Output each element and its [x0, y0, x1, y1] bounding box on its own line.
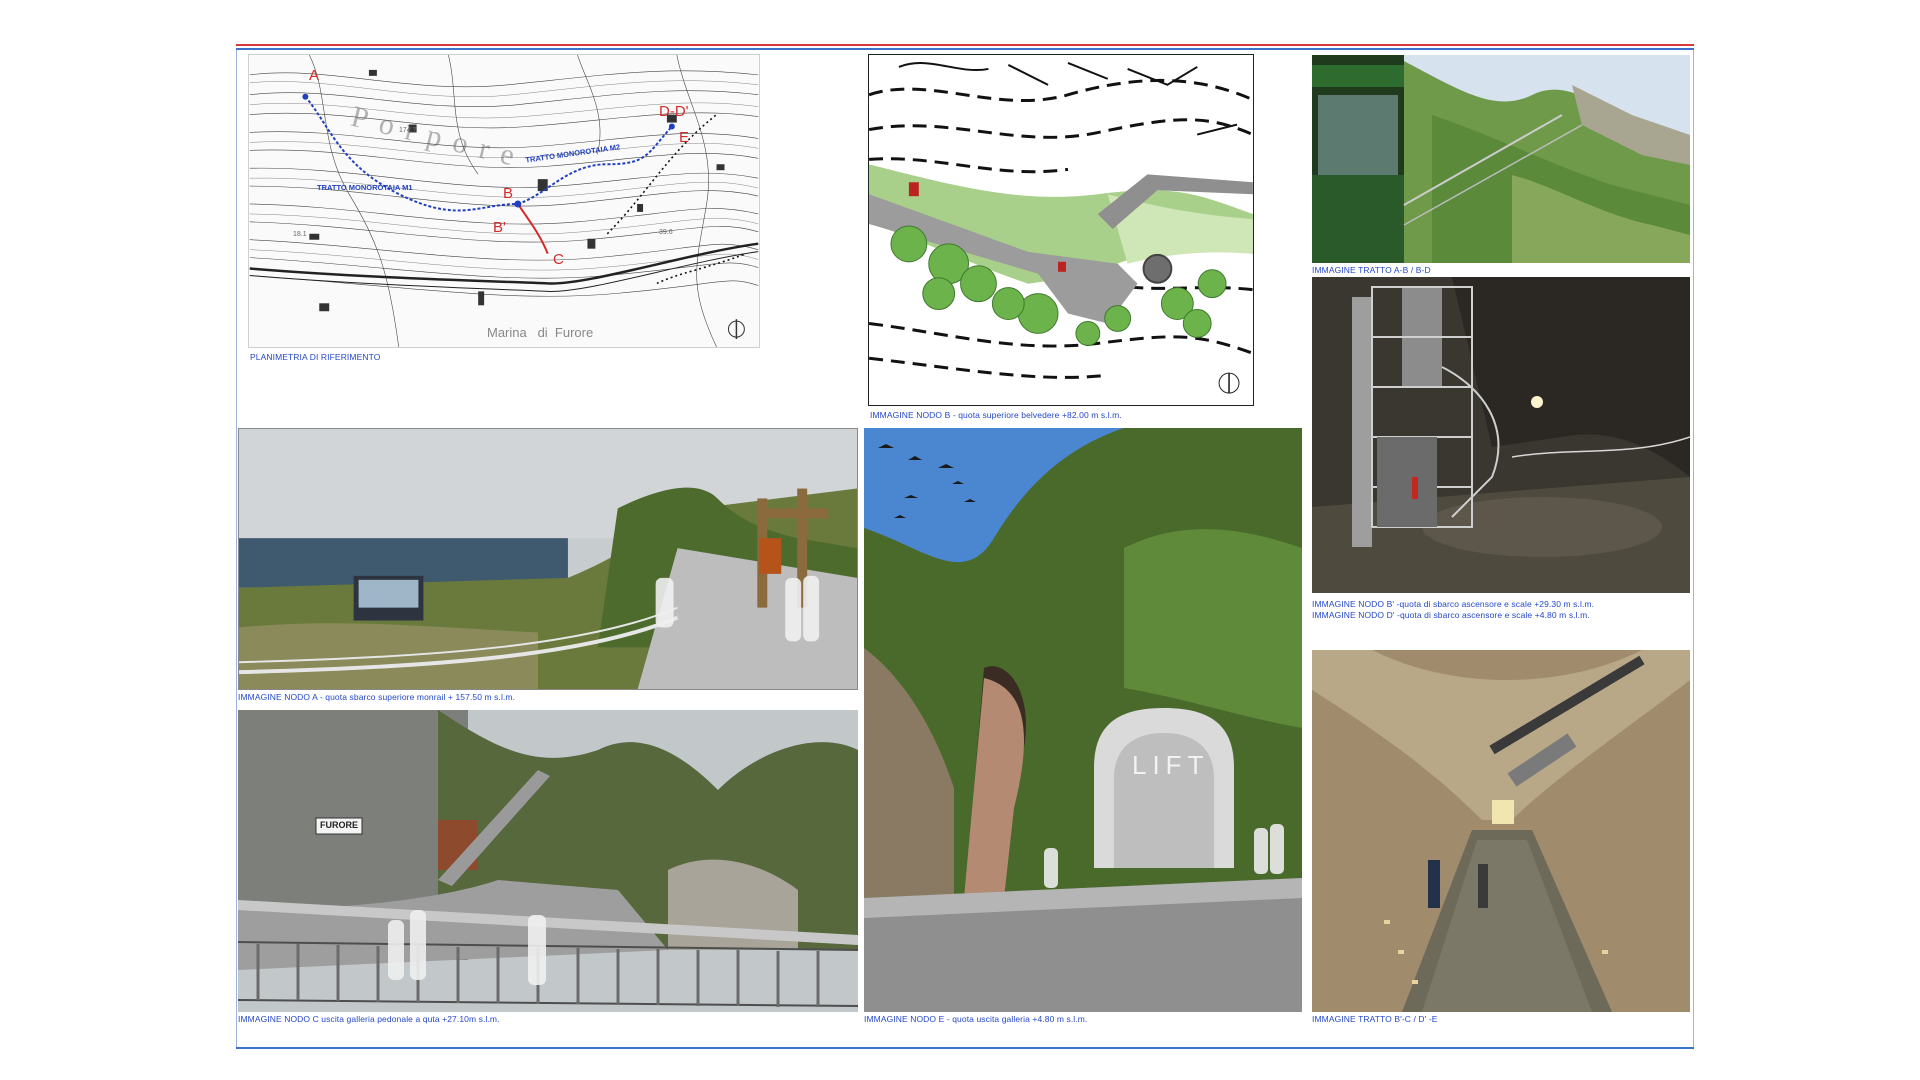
sheet-left-rule	[236, 50, 237, 1048]
nodo-b-prime-photo	[1312, 277, 1690, 593]
caption-nodo-b-prime: IMMAGINE NODO B' -quota di sbarco ascens…	[1312, 599, 1595, 609]
nodo-a-render	[238, 428, 858, 690]
map-point-c: C	[553, 251, 564, 268]
nodo-b-prime-image	[1312, 277, 1690, 593]
nodo-b-drawing	[869, 55, 1253, 405]
sheet-top-red-rule	[236, 44, 1694, 46]
map-point-e: E	[679, 129, 690, 146]
caption-planimetria: PLANIMETRIA DI RIFERIMENTO	[250, 352, 381, 362]
sheet-top-blue-rule	[236, 48, 1694, 50]
map-point-d: D-D'	[659, 103, 689, 120]
nodo-e-image	[864, 428, 1302, 1012]
caption-nodo-a: IMMAGINE NODO A - quota sbarco superiore…	[238, 692, 516, 702]
nodo-c-render: FURORE	[238, 710, 858, 1012]
map-elevation-3: 39.6	[659, 229, 673, 236]
furore-sign: FURORE	[320, 820, 358, 830]
sheet-right-rule	[1693, 50, 1694, 1048]
sheet-bottom-rule	[236, 1047, 1694, 1049]
tratto-ab-image	[1312, 55, 1690, 263]
reference-plan-map: A B B' C D-D' E TRATTO MONOROTAIA M1 TRA…	[248, 54, 760, 348]
caption-tratto-bc: IMMAGINE TRATTO B'-C / D' -E	[1312, 1014, 1438, 1024]
map-route-m1-label: TRATTO MONOROTAIA M1	[317, 183, 413, 192]
caption-nodo-d-prime: IMMAGINE NODO D' -quota di sbarco ascens…	[1312, 610, 1590, 620]
caption-nodo-c: IMMAGINE NODO C uscita galleria pedonale…	[238, 1014, 500, 1024]
nodo-b-render	[868, 54, 1254, 406]
map-point-a: A	[309, 67, 320, 84]
nodo-c-image	[238, 710, 858, 1012]
caption-tratto-ab: IMMAGINE TRATTO A-B / B-D	[1312, 265, 1431, 275]
tratto-ab-photo	[1312, 55, 1690, 263]
lift-sign: LIFT	[1132, 750, 1210, 780]
map-place-marina: Marina di Furore	[487, 325, 594, 340]
tratto-bc-image	[1312, 650, 1690, 1012]
tratto-bc-photo	[1312, 650, 1690, 1012]
caption-nodo-e: IMMAGINE NODO E - quota uscita galleria …	[864, 1014, 1088, 1024]
map-point-b-prime: B'	[493, 219, 506, 236]
nodo-a-image	[239, 429, 857, 689]
nodo-e-render: LIFT	[864, 428, 1302, 1012]
map-elevation-1: 174.7	[399, 127, 417, 134]
caption-nodo-b: IMMAGINE NODO B - quota superiore belved…	[870, 410, 1122, 420]
map-elevation-2: 18.1	[293, 231, 307, 238]
map-point-b: B	[503, 185, 514, 202]
